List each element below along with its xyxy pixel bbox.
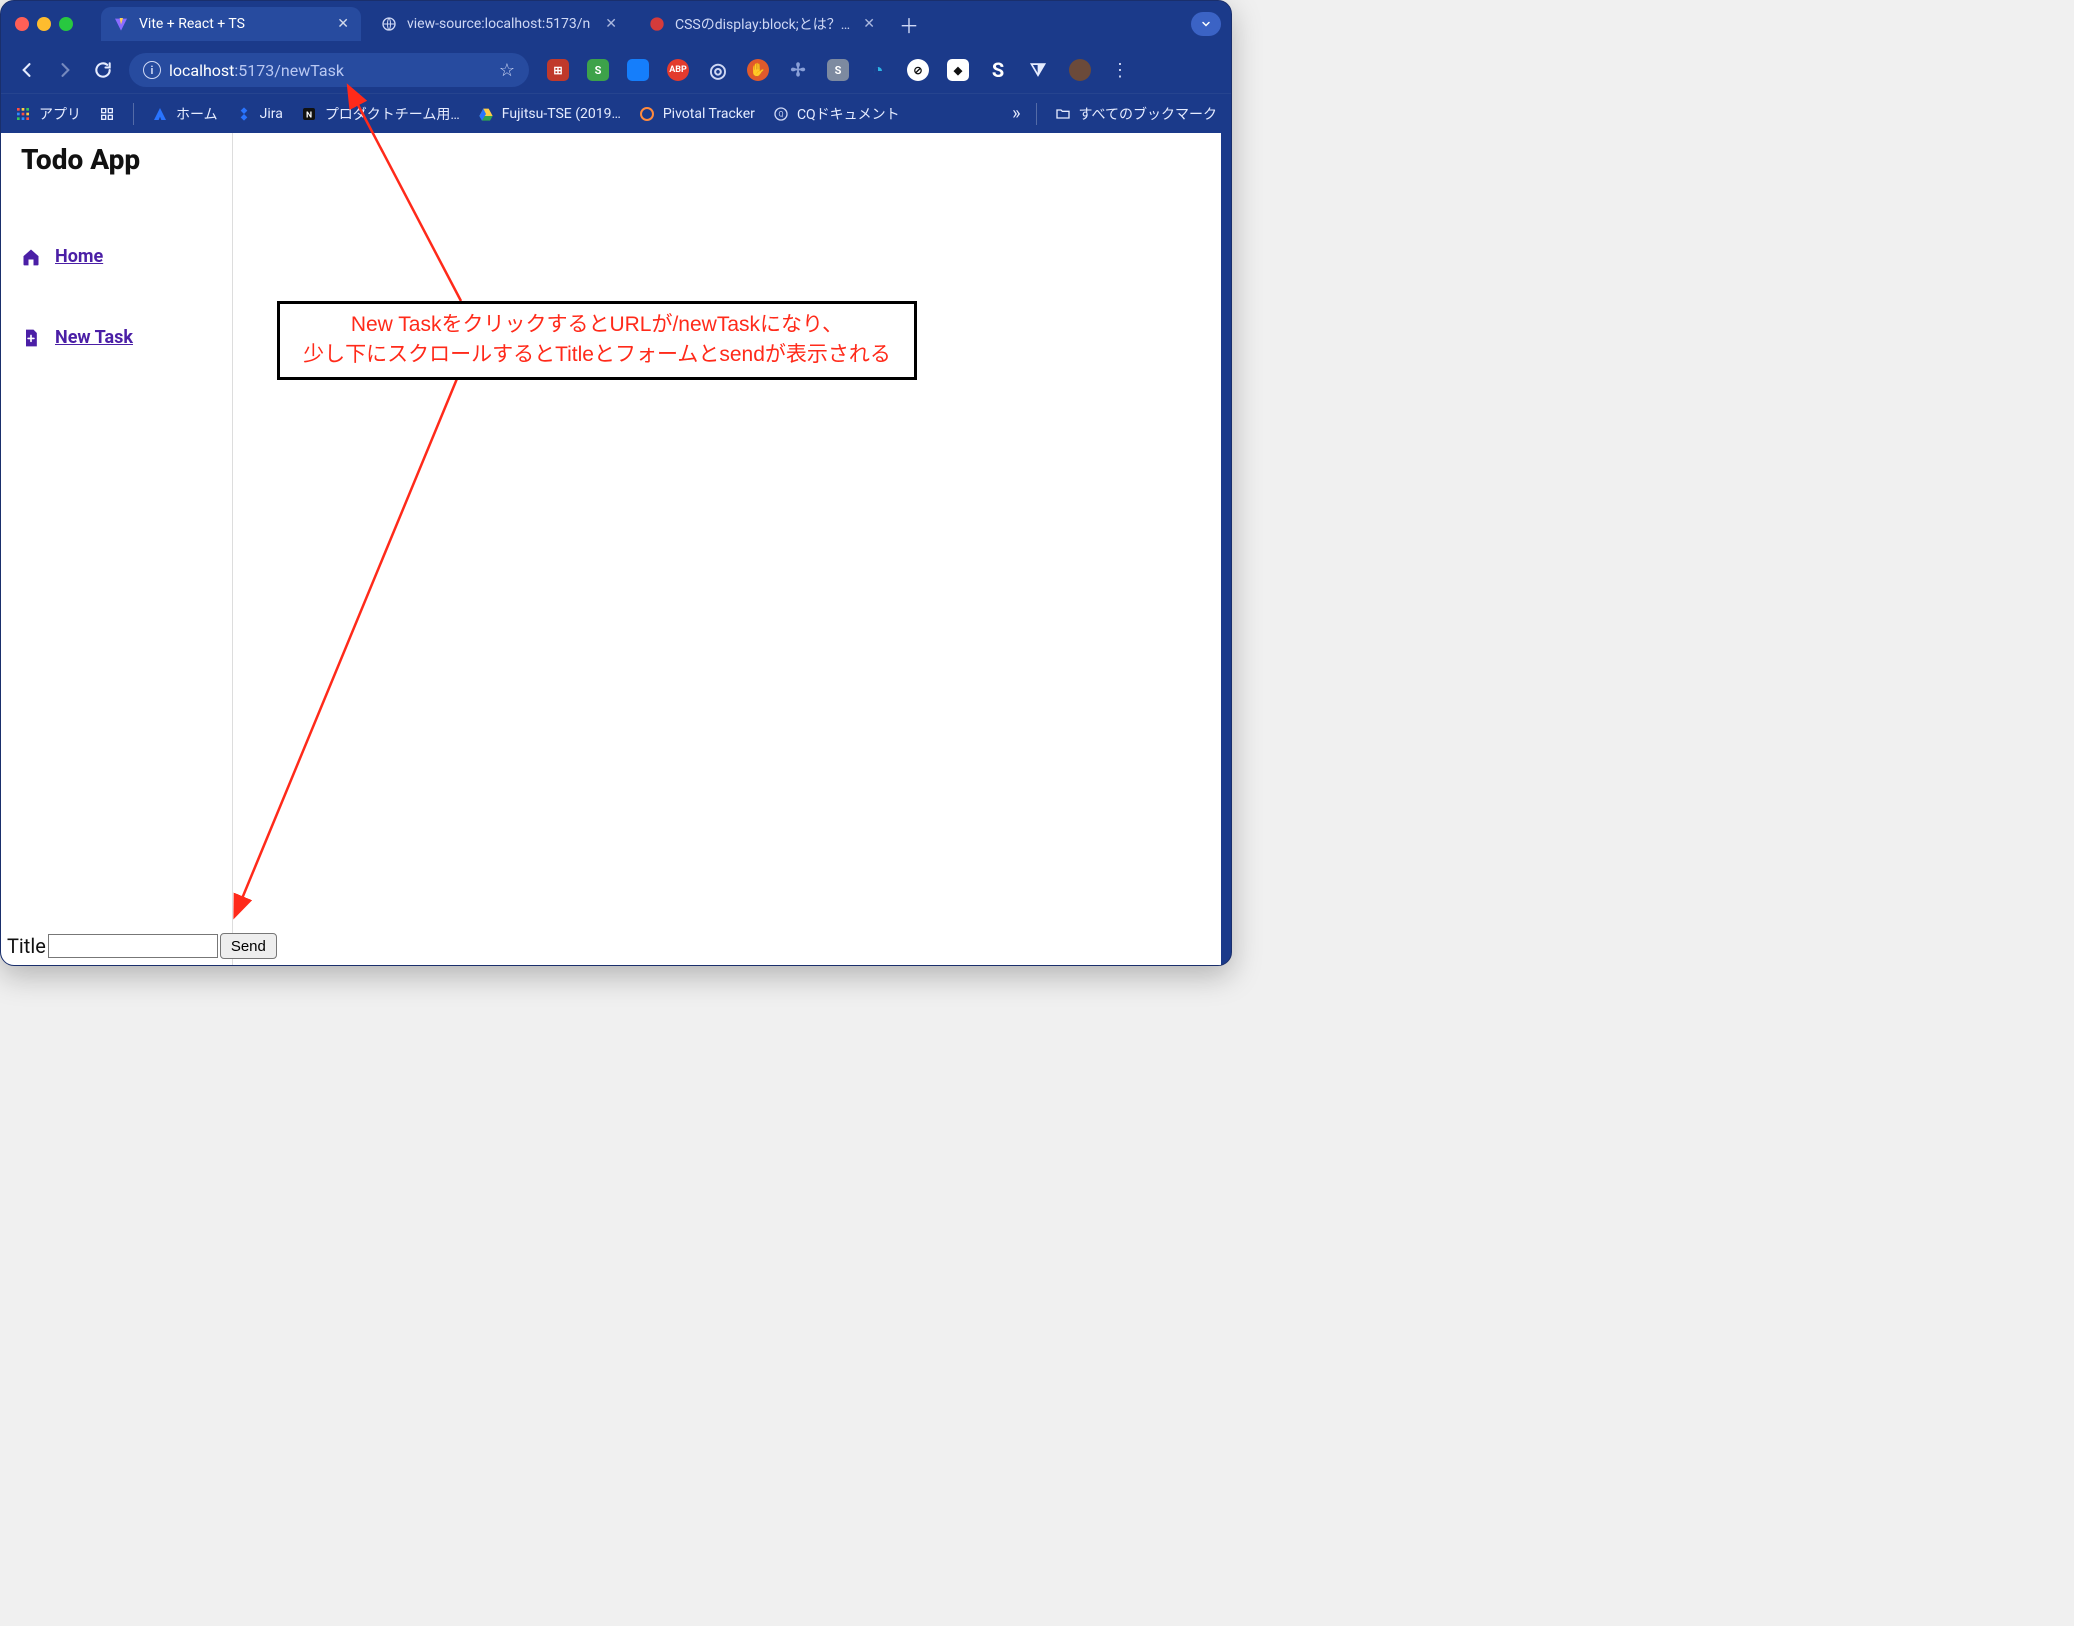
bookmark-home[interactable]: ホーム (152, 104, 218, 124)
bookmark-product-team[interactable]: N プロダクトチーム用… (301, 104, 460, 124)
url-rest: :5173/newTask (234, 61, 344, 80)
maximize-window-button[interactable] (59, 17, 73, 31)
site-info-icon[interactable]: i (143, 61, 161, 79)
tab-search-button[interactable] (1191, 12, 1221, 36)
bookmarks-bar: アプリ ホーム Jira N プロダクトチーム用… Fujitsu-TSE (2… (1, 93, 1231, 133)
separator (133, 103, 134, 125)
extensions-menu-icon[interactable]: ⧩ (1027, 59, 1049, 81)
bookmark-star-icon[interactable]: ☆ (499, 60, 515, 81)
new-file-icon (21, 328, 41, 348)
svg-text:Q: Q (778, 109, 783, 118)
globe-icon (381, 16, 397, 32)
title-label: Title (7, 934, 46, 958)
bookmark-pivotal[interactable]: Pivotal Tracker (639, 106, 755, 122)
extension-icon[interactable]: ✋ (747, 59, 769, 81)
sidebar-item-home[interactable]: Home (21, 246, 212, 267)
apps-label: アプリ (39, 104, 81, 124)
back-button[interactable] (15, 58, 39, 82)
bookmark-cq-docs[interactable]: Q CQドキュメント (773, 104, 900, 124)
tab-title: CSSのdisplay:block;とは？ブロ (675, 14, 853, 34)
reload-button[interactable] (91, 58, 115, 82)
all-bookmarks-label: すべてのブックマーク (1079, 104, 1217, 124)
bookmark-fujitsu[interactable]: Fujitsu-TSE (2019… (478, 106, 621, 122)
app-sidebar: Todo App Home New Task (1, 133, 233, 965)
bookmarks-overflow-button[interactable]: » (1012, 103, 1017, 124)
app-title: Todo App (21, 143, 212, 176)
bookmark-label: CQドキュメント (797, 104, 900, 124)
close-tab-icon[interactable]: ✕ (337, 16, 349, 32)
browser-window: Vite + React + TS ✕ view-source:localhos… (0, 0, 1232, 966)
new-tab-button[interactable]: ＋ (895, 10, 923, 38)
bookmark-label: Jira (260, 106, 283, 122)
new-task-form: Title Send (7, 933, 277, 959)
apps-button[interactable]: アプリ (15, 104, 81, 124)
sidebar-link-home[interactable]: Home (55, 246, 103, 267)
url-host: localhost (169, 61, 234, 80)
svg-text:N: N (306, 110, 312, 120)
jira-icon (236, 106, 252, 122)
bookmark-label: Fujitsu-TSE (2019… (502, 106, 621, 122)
reading-list-button[interactable] (99, 106, 115, 122)
title-input[interactable] (48, 934, 218, 958)
send-button[interactable]: Send (220, 933, 277, 959)
folder-icon (1055, 106, 1071, 122)
favicon-icon (649, 16, 665, 32)
annotation-line2: 少し下にスクロールするとTitleとフォームとsendが表示される (290, 340, 904, 370)
notion-icon: N (301, 106, 317, 122)
window-controls (15, 17, 73, 31)
extension-icon[interactable]: S (587, 59, 609, 81)
sidebar-item-new-task[interactable]: New Task (21, 327, 212, 348)
toolbar: i localhost:5173/newTask ☆ ⊞ S ABP ◎ ✋ ✢… (1, 47, 1231, 93)
minimize-window-button[interactable] (37, 17, 51, 31)
close-tab-icon[interactable]: ✕ (863, 16, 875, 32)
extension-icon[interactable]: ✢ (787, 59, 809, 81)
sidebar-link-new-task[interactable]: New Task (55, 327, 133, 348)
page-viewport: Todo App Home New Task Title Send (1, 133, 1221, 965)
address-bar[interactable]: i localhost:5173/newTask ☆ (129, 53, 529, 87)
app-main: Title Send (233, 133, 1221, 965)
extension-icon[interactable]: ◔ (867, 59, 889, 81)
home-icon (21, 247, 41, 267)
annotation-callout: New TaskをクリックするとURLが/newTaskになり、 少し下にスクロ… (277, 301, 917, 380)
chrome-menu-button[interactable]: ⋮ (1111, 60, 1131, 81)
apps-icon (15, 106, 31, 122)
drive-icon (478, 106, 494, 122)
tab-view-source[interactable]: view-source:localhost:5173/n ✕ (369, 7, 629, 41)
atlassian-icon (152, 106, 168, 122)
bookmark-label: プロダクトチーム用… (325, 104, 460, 124)
extension-icon[interactable]: ◎ (707, 59, 729, 81)
profile-avatar[interactable] (1069, 59, 1091, 81)
close-window-button[interactable] (15, 17, 29, 31)
annotation-line1: New TaskをクリックするとURLが/newTaskになり、 (290, 310, 904, 340)
all-bookmarks-button[interactable]: すべてのブックマーク (1055, 104, 1217, 124)
extension-icon[interactable]: S (827, 59, 849, 81)
extension-icon[interactable]: ◆ (947, 59, 969, 81)
bookmark-label: ホーム (176, 104, 218, 124)
extension-icon[interactable]: S (987, 59, 1009, 81)
bookmark-label: Pivotal Tracker (663, 106, 755, 122)
tab-title: Vite + React + TS (139, 16, 327, 32)
tab-title: view-source:localhost:5173/n (407, 16, 595, 32)
doc-icon: Q (773, 106, 789, 122)
tab-css-article[interactable]: CSSのdisplay:block;とは？ブロ ✕ (637, 7, 887, 41)
extension-icon[interactable]: ⊘ (907, 59, 929, 81)
url-text: localhost:5173/newTask (169, 61, 344, 80)
bookmark-jira[interactable]: Jira (236, 106, 283, 122)
grid-icon (99, 106, 115, 122)
extension-icon[interactable] (627, 59, 649, 81)
vite-icon (113, 16, 129, 32)
adblock-icon[interactable]: ABP (667, 59, 689, 81)
pivotal-icon (639, 106, 655, 122)
separator (1036, 103, 1037, 125)
forward-button[interactable] (53, 58, 77, 82)
tab-strip: Vite + React + TS ✕ view-source:localhos… (1, 1, 1231, 47)
close-tab-icon[interactable]: ✕ (605, 16, 617, 32)
tab-vite-react[interactable]: Vite + React + TS ✕ (101, 7, 361, 41)
extension-icons: ⊞ S ABP ◎ ✋ ✢ S ◔ ⊘ ◆ S ⧩ (547, 59, 1049, 81)
chevron-right-icon: » (1012, 103, 1017, 124)
extension-icon[interactable]: ⊞ (547, 59, 569, 81)
